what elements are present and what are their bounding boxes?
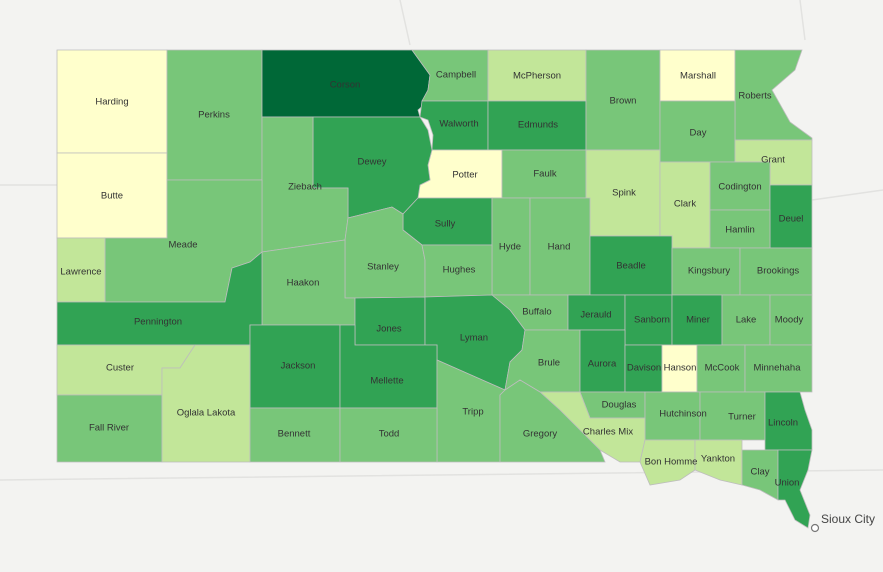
county-roberts[interactable] [734,49,813,141]
county-hand[interactable] [529,197,591,296]
county-jones[interactable] [354,296,426,346]
county-lake[interactable] [721,294,771,346]
county-clay[interactable] [741,449,779,501]
county-miner[interactable] [671,294,723,346]
county-sully[interactable] [402,197,493,246]
county-edmunds[interactable] [487,100,587,151]
county-codington[interactable] [709,161,771,211]
county-perkins[interactable] [166,49,263,181]
county-hanson[interactable] [661,344,698,393]
city-label: Sioux City [821,512,875,526]
county-union[interactable] [777,449,813,529]
county-harding[interactable] [56,49,168,154]
county-fall-river[interactable] [56,394,163,463]
county-sanborn[interactable] [624,294,673,346]
county-lincoln[interactable] [764,391,813,451]
county-kingsbury[interactable] [671,247,741,296]
county-day[interactable] [659,100,736,163]
county-hughes[interactable] [421,244,493,298]
county-marshall[interactable] [659,49,736,102]
county-corson[interactable] [261,49,431,118]
county-lawrence[interactable] [56,237,106,303]
county-douglas[interactable] [579,391,646,419]
county-hamlin[interactable] [709,209,771,249]
county-layer[interactable] [56,49,813,529]
city-marker-icon [810,523,820,533]
county-aurora[interactable] [579,329,626,393]
county-jerauld[interactable] [567,294,626,331]
county-todd[interactable] [339,407,438,463]
county-mccook[interactable] [696,344,746,393]
south-dakota-county-map[interactable]: HardingButtePerkinsCorsonCampbell McPhers… [0,0,883,572]
county-bon-homme[interactable] [639,439,696,486]
county-minnehaha[interactable] [744,344,813,393]
county-turner[interactable] [699,391,766,441]
county-hyde[interactable] [491,197,531,296]
county-brookings[interactable] [739,247,813,296]
county-clark[interactable] [659,161,711,249]
county-beadle[interactable] [589,235,673,296]
county-moody[interactable] [769,294,813,346]
county-brown[interactable] [585,49,661,151]
county-bennett[interactable] [249,407,341,463]
county-deuel[interactable] [769,184,813,249]
county-butte[interactable] [56,152,168,239]
county-mcpherson[interactable] [487,49,587,102]
county-hutchinson[interactable] [644,391,701,441]
county-davison[interactable] [624,344,663,393]
county-haakon[interactable] [261,239,356,326]
county-potter[interactable] [417,149,503,199]
county-yankton[interactable] [694,439,743,486]
county-jackson[interactable] [249,324,341,409]
county-faulk[interactable] [501,149,587,199]
county-spink[interactable] [585,149,661,237]
